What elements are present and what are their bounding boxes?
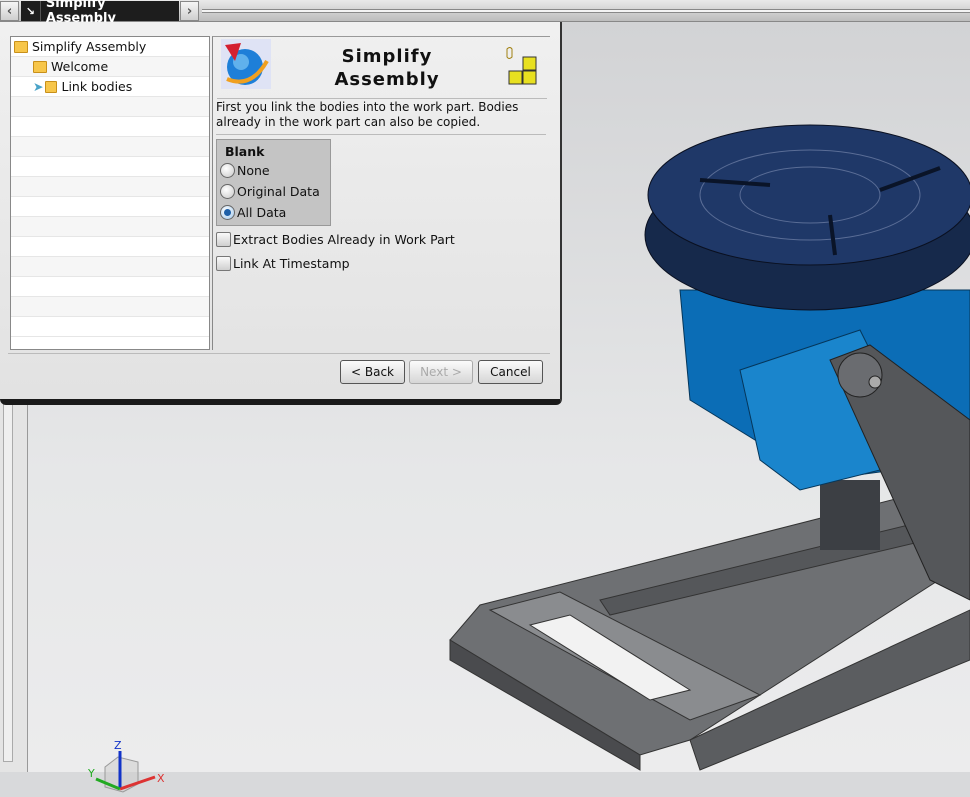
globe-icon: [221, 39, 271, 89]
tree-item-label: Link bodies: [61, 79, 133, 94]
tree-item-label: Welcome: [51, 59, 109, 74]
y-axis-label: Y: [87, 767, 95, 780]
back-button[interactable]: < Back: [340, 360, 405, 384]
chevron-left-icon[interactable]: ‹: [0, 1, 19, 21]
tree-item-simplify-assembly[interactable]: Simplify Assembly: [11, 37, 209, 57]
tree-item-welcome[interactable]: Welcome: [11, 57, 209, 77]
x-axis-label: X: [157, 772, 165, 785]
radio-none[interactable]: None: [217, 160, 330, 181]
pin-icon[interactable]: ↘: [21, 1, 41, 21]
scrollbar[interactable]: [3, 402, 13, 762]
tree-item-label: Simplify Assembly: [32, 39, 147, 54]
folder-icon: [33, 60, 47, 73]
radio-all-data[interactable]: All Data: [217, 202, 330, 223]
step-tree: Simplify Assembly Welcome ➤ Link bodies: [10, 36, 210, 350]
next-button[interactable]: Next >: [409, 360, 473, 384]
tree-item-link-bodies[interactable]: ➤ Link bodies: [11, 77, 209, 97]
folder-icon: [14, 40, 28, 53]
step-panel: Simplify Assembly First you link the bodi…: [212, 36, 550, 350]
simplify-assembly-dialog: Simplify Assembly Welcome ➤ Link bodies S…: [0, 22, 562, 405]
dialog-tab-bar: ‹ ↘ Simplify Assembly ›: [0, 0, 970, 26]
link-at-timestamp-checkbox[interactable]: Link At Timestamp: [216, 256, 350, 271]
radio-original-data[interactable]: Original Data: [217, 181, 330, 202]
step-title: Simplify Assembly: [334, 46, 440, 90]
arrow-right-icon: ➤: [33, 79, 44, 94]
blank-group-label: Blank: [225, 144, 265, 159]
chevron-right-icon[interactable]: ›: [180, 1, 199, 21]
link-bodies-icon: [45, 80, 58, 93]
blank-group: Blank None Original Data All Data: [216, 139, 331, 226]
z-axis-label: Z: [114, 739, 122, 752]
cancel-button[interactable]: Cancel: [478, 360, 543, 384]
extract-bodies-checkbox[interactable]: Extract Bodies Already in Work Part: [216, 232, 455, 247]
assembly-blocks-icon: [505, 47, 545, 87]
wcs-triad: Z X Y: [83, 737, 173, 794]
dialog-tab[interactable]: ↘ Simplify Assembly: [21, 0, 179, 26]
step-header: Simplify Assembly: [217, 37, 547, 99]
step-description: First you link the bodies into the work …: [216, 100, 546, 135]
